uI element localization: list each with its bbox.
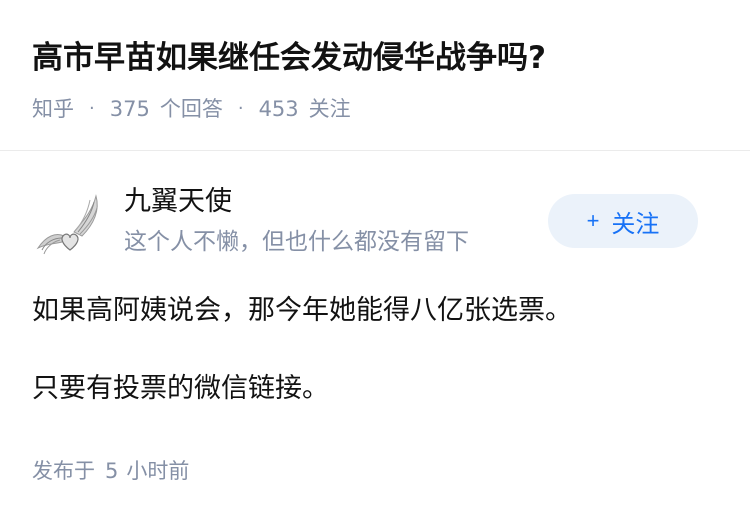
question-title[interactable]: 高市早苗如果继任会发动侵华战争吗? [32,34,546,82]
author-name[interactable]: 九翼天使 [124,182,232,222]
published-number: 5 [105,459,119,483]
answer-content: 如果高阿姨说会，那今年她能得八亿张选票。 只要有投票的微信链接。 [32,290,722,410]
answer-count[interactable]: 375 [110,93,150,125]
winged-heart-avatar-icon[interactable] [34,192,106,264]
follow-button[interactable]: + 关注 [548,194,698,248]
plus-icon: + [586,208,600,233]
question-header: 高市早苗如果继任会发动侵华战争吗? 知乎 · 375 个回答 · 453 关注 [0,0,750,151]
published-time: 发布于 5 小时前 [32,455,189,487]
source-label[interactable]: 知乎 [32,93,74,125]
answer-count-label[interactable]: 个回答 [160,93,223,125]
published-unit: 小时前 [126,459,190,483]
author-card: 九翼天使 这个人不懒，但也什么都没有留下 + 关注 [0,180,750,270]
meta-separator-dot: · [237,98,244,119]
follower-count-label[interactable]: 关注 [309,93,351,125]
author-bio: 这个人不懒，但也什么都没有留下 [124,229,469,255]
question-meta: 知乎 · 375 个回答 · 453 关注 [32,93,351,125]
answer-paragraph: 如果高阿姨说会，那今年她能得八亿张选票。 [32,295,572,326]
follow-button-label: 关注 [611,210,660,238]
meta-separator-dot: · [89,98,95,119]
published-prefix: 发布于 [32,459,95,483]
answer-paragraph: 只要有投票的微信链接。 [32,373,329,404]
follower-count[interactable]: 453 [259,93,299,125]
